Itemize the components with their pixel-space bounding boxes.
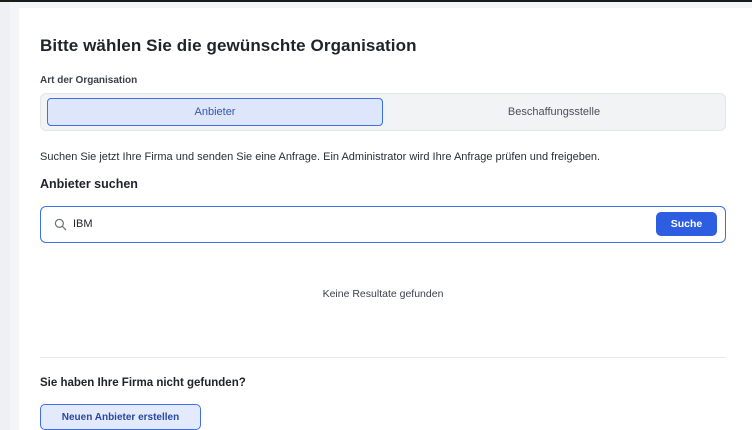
search-input[interactable]: [73, 213, 633, 235]
organization-type-toggle: Anbieter Beschaffungsstelle: [40, 93, 726, 131]
company-not-found-heading: Sie haben Ihre Firma nicht gefunden?: [40, 377, 246, 389]
page-title: Bitte wählen Sie die gewünschte Organisa…: [40, 36, 417, 55]
organization-selection-card: Bitte wählen Sie die gewünschte Organisa…: [19, 8, 752, 430]
section-divider: [40, 357, 726, 358]
search-box: Suche: [40, 206, 726, 243]
create-provider-button[interactable]: Neuen Anbieter erstellen: [40, 404, 201, 430]
info-text: Suchen Sie jetzt Ihre Firma und senden S…: [40, 151, 601, 163]
option-beschaffungsstelle[interactable]: Beschaffungsstelle: [387, 98, 721, 126]
search-button[interactable]: Suche: [656, 212, 717, 236]
search-icon: [54, 218, 67, 231]
left-background-strip: [0, 2, 10, 430]
window-top-border: [0, 0, 752, 2]
option-anbieter[interactable]: Anbieter: [47, 98, 383, 126]
search-heading: Anbieter suchen: [40, 177, 138, 191]
organization-type-label: Art der Organisation: [40, 75, 138, 86]
no-results-message: Keine Resultate gefunden: [322, 288, 444, 300]
